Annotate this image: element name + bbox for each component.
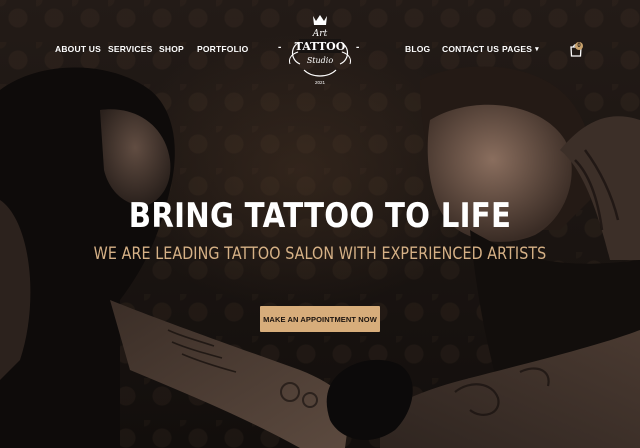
nav-pages[interactable]: PAGES ▾ <box>502 44 539 54</box>
nav-portfolio[interactable]: PORTFOLIO <box>197 44 248 54</box>
nav-pages-label: PAGES <box>502 44 533 54</box>
logo-dash-right: - <box>356 42 360 53</box>
site-logo[interactable]: - - Art TATTOO Studio 2021 <box>278 12 362 88</box>
crown-icon <box>313 15 327 25</box>
logo-dash-left: - <box>278 42 282 53</box>
logo-emblem: Art TATTOO Studio 2021 <box>289 15 351 85</box>
nav-services[interactable]: SERVICES <box>108 44 152 54</box>
chevron-down-icon: ▾ <box>535 46 539 53</box>
logo-wordmark: TATTOO <box>295 40 346 53</box>
make-appointment-button[interactable]: MAKE AN APPOINTMENT NOW <box>260 306 380 332</box>
nav-contact-us[interactable]: CONTACT US <box>442 44 499 54</box>
logo-script-bottom: Studio <box>307 56 334 65</box>
logo-year: 2021 <box>315 80 326 85</box>
nav-shop[interactable]: SHOP <box>159 44 184 54</box>
logo-script-top: Art <box>312 29 328 39</box>
hero-subtitle: WE ARE LEADING TATTOO SALON WITH EXPERIE… <box>93 244 547 264</box>
nav-blog[interactable]: BLOG <box>405 44 430 54</box>
cart-count-badge: 0 <box>575 42 583 50</box>
nav-about-us[interactable]: ABOUT US <box>55 44 101 54</box>
hero-title: BRING TATTOO TO LIFE <box>128 196 512 236</box>
